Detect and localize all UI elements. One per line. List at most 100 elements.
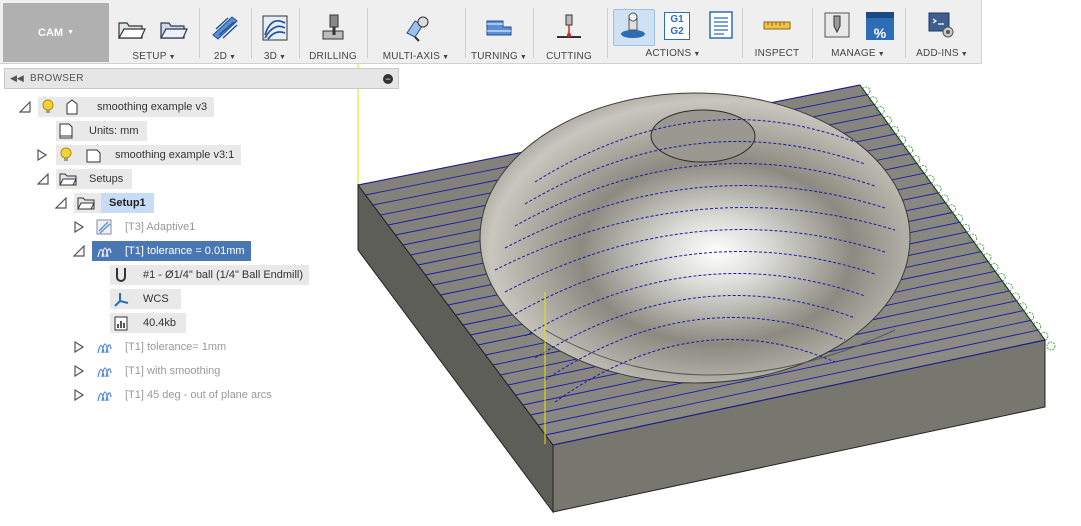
body-icon	[86, 149, 101, 163]
setup1-node[interactable]: Setup1	[74, 193, 154, 213]
expand-triangle-right-icon[interactable]	[74, 389, 84, 401]
turning-icon[interactable]	[484, 13, 514, 43]
3d-milling-icon[interactable]	[260, 13, 290, 43]
post-library-icon[interactable]: %	[866, 12, 894, 41]
operation-tolerance-1mm[interactable]: [T1] tolerance= 1mm	[92, 337, 242, 357]
hemisphere-top-face	[650, 109, 756, 163]
simulate-icon[interactable]	[618, 10, 648, 40]
component-node[interactable]: smoothing example v3:1	[56, 145, 241, 165]
measure-icon[interactable]	[762, 10, 792, 40]
document-name: smoothing example v3	[97, 101, 208, 113]
add-ins-menu[interactable]: ADD-INS ▼	[916, 48, 968, 59]
tool-label: #1 - Ø1/4" ball (1/4" Ball Endmill)	[143, 269, 304, 281]
operation-label: [T1] tolerance= 1mm	[125, 341, 227, 353]
actions-label: ACTIONS	[645, 48, 692, 59]
operation-with-smoothing[interactable]: [T1] with smoothing	[92, 361, 242, 381]
toolbar-divider	[812, 8, 813, 58]
scallop-toolpath-icon	[97, 367, 112, 378]
toolbar-divider	[742, 8, 743, 58]
expand-triangle-right-icon[interactable]	[74, 221, 84, 233]
chevron-down-icon: ▼	[519, 54, 528, 61]
component-icon	[66, 99, 78, 115]
scallop-toolpath-icon	[97, 391, 112, 402]
cutting-label: CUTTING	[546, 51, 592, 62]
setup-group[interactable]: SETUP ▼	[112, 3, 196, 63]
actions-menu[interactable]: ACTIONS ▼	[646, 48, 701, 59]
cutting-icon[interactable]	[554, 13, 584, 43]
2d-group[interactable]: 2D ▼	[202, 3, 248, 63]
setup-icon[interactable]	[116, 13, 146, 43]
multi-axis-menu[interactable]: MULTI-AXIS ▼	[383, 51, 450, 62]
browser-close-icon[interactable]: −	[383, 74, 393, 84]
setups-label: Setups	[89, 173, 124, 185]
ribbon-toolbar: CAM ▼ SETUP ▼ 2D ▼ 3D ▼ DRILLING MULTI-A…	[0, 0, 982, 64]
workspace-switcher[interactable]: CAM ▼	[3, 3, 109, 62]
document-icon	[59, 123, 73, 139]
collapse-panel-icon[interactable]: ◀◀	[10, 73, 24, 84]
inspect-label: INSPECT	[754, 48, 800, 59]
cutting-group[interactable]: CUTTING	[536, 3, 600, 63]
3d-menu[interactable]: 3D ▼	[264, 51, 286, 62]
chevron-down-icon: ▼	[67, 29, 74, 36]
expand-triangle-right-icon[interactable]	[74, 365, 84, 377]
expand-triangle-down-icon[interactable]	[37, 173, 49, 185]
g1g2-text: G1 G2	[670, 14, 684, 37]
wcs-node[interactable]: WCS	[110, 289, 181, 309]
units-label: Units: mm	[89, 125, 139, 137]
chevron-down-icon: ▼	[693, 51, 701, 58]
setup1-label: Setup1	[101, 193, 154, 213]
multi-axis-group[interactable]: MULTI-AXIS ▼	[370, 3, 462, 63]
document-node[interactable]: smoothing example v3	[38, 97, 214, 117]
manage-label: MANAGE	[831, 48, 876, 59]
2d-menu[interactable]: 2D ▼	[214, 51, 236, 62]
adaptive-clearing-icon	[96, 219, 112, 235]
manage-menu[interactable]: MANAGE ▼	[831, 48, 885, 59]
component-name: smoothing example v3:1	[115, 149, 235, 161]
folder-icon	[59, 173, 77, 186]
graphics-viewport[interactable]	[345, 63, 1081, 526]
operation-adaptive[interactable]: [T3] Adaptive1	[92, 217, 222, 237]
operation-45-deg[interactable]: [T1] 45 deg - out of plane arcs	[92, 385, 292, 405]
browser-title: BROWSER	[30, 73, 84, 84]
inspect-button[interactable]: INSPECT	[755, 48, 800, 59]
expand-triangle-right-icon[interactable]	[74, 341, 84, 353]
chevron-down-icon: ▼	[442, 54, 450, 61]
expand-triangle-down-icon[interactable]	[55, 197, 67, 209]
drilling-label: DRILLING	[309, 51, 357, 62]
browser-header: ◀◀ BROWSER −	[4, 68, 399, 89]
3d-group[interactable]: 3D ▼	[254, 3, 296, 63]
toolbar-divider	[465, 8, 466, 58]
tool-node[interactable]: #1 - Ø1/4" ball (1/4" Ball Endmill)	[110, 265, 309, 285]
setup-sheet-icon[interactable]	[706, 10, 736, 40]
cutting-button[interactable]: CUTTING	[546, 51, 592, 62]
turning-group[interactable]: TURNING ▼	[468, 3, 530, 63]
setups-folder-node[interactable]: Setups	[56, 169, 132, 189]
multi-axis-icon[interactable]	[401, 13, 431, 43]
lightbulb-icon[interactable]	[41, 99, 55, 115]
tool-library-icon[interactable]	[822, 10, 852, 40]
toolbar-divider	[607, 8, 608, 58]
toolpath-link	[1046, 341, 1056, 351]
expand-triangle-down-icon[interactable]	[73, 245, 85, 257]
turning-menu[interactable]: TURNING ▼	[471, 51, 527, 62]
turning-label: TURNING	[470, 51, 518, 62]
setup-menu[interactable]: SETUP ▼	[132, 51, 175, 62]
lightbulb-icon[interactable]	[59, 147, 73, 163]
drilling-group[interactable]: DRILLING	[302, 3, 364, 63]
toolbar-divider	[905, 8, 906, 58]
operation-label: [T1] tolerance = 0.01mm	[125, 245, 245, 257]
new-setup-icon[interactable]	[158, 13, 188, 43]
drilling-button[interactable]: DRILLING	[309, 51, 357, 62]
2d-milling-icon[interactable]	[210, 13, 240, 43]
toolbar-divider	[533, 8, 534, 58]
toolbar-divider	[251, 8, 252, 58]
scripts-addins-icon[interactable]	[926, 10, 956, 40]
post-process-icon[interactable]: G1 G2	[664, 12, 690, 40]
toolpath-size-node[interactable]: 40.4kb	[110, 313, 186, 333]
drilling-icon[interactable]	[318, 13, 348, 43]
units-node[interactable]: Units: mm	[56, 121, 147, 141]
operation-tolerance-001[interactable]: [T1] tolerance = 0.01mm	[92, 241, 251, 261]
expand-triangle-down-icon[interactable]	[19, 101, 31, 113]
expand-triangle-right-icon[interactable]	[37, 149, 47, 161]
wcs-label: WCS	[143, 293, 169, 305]
